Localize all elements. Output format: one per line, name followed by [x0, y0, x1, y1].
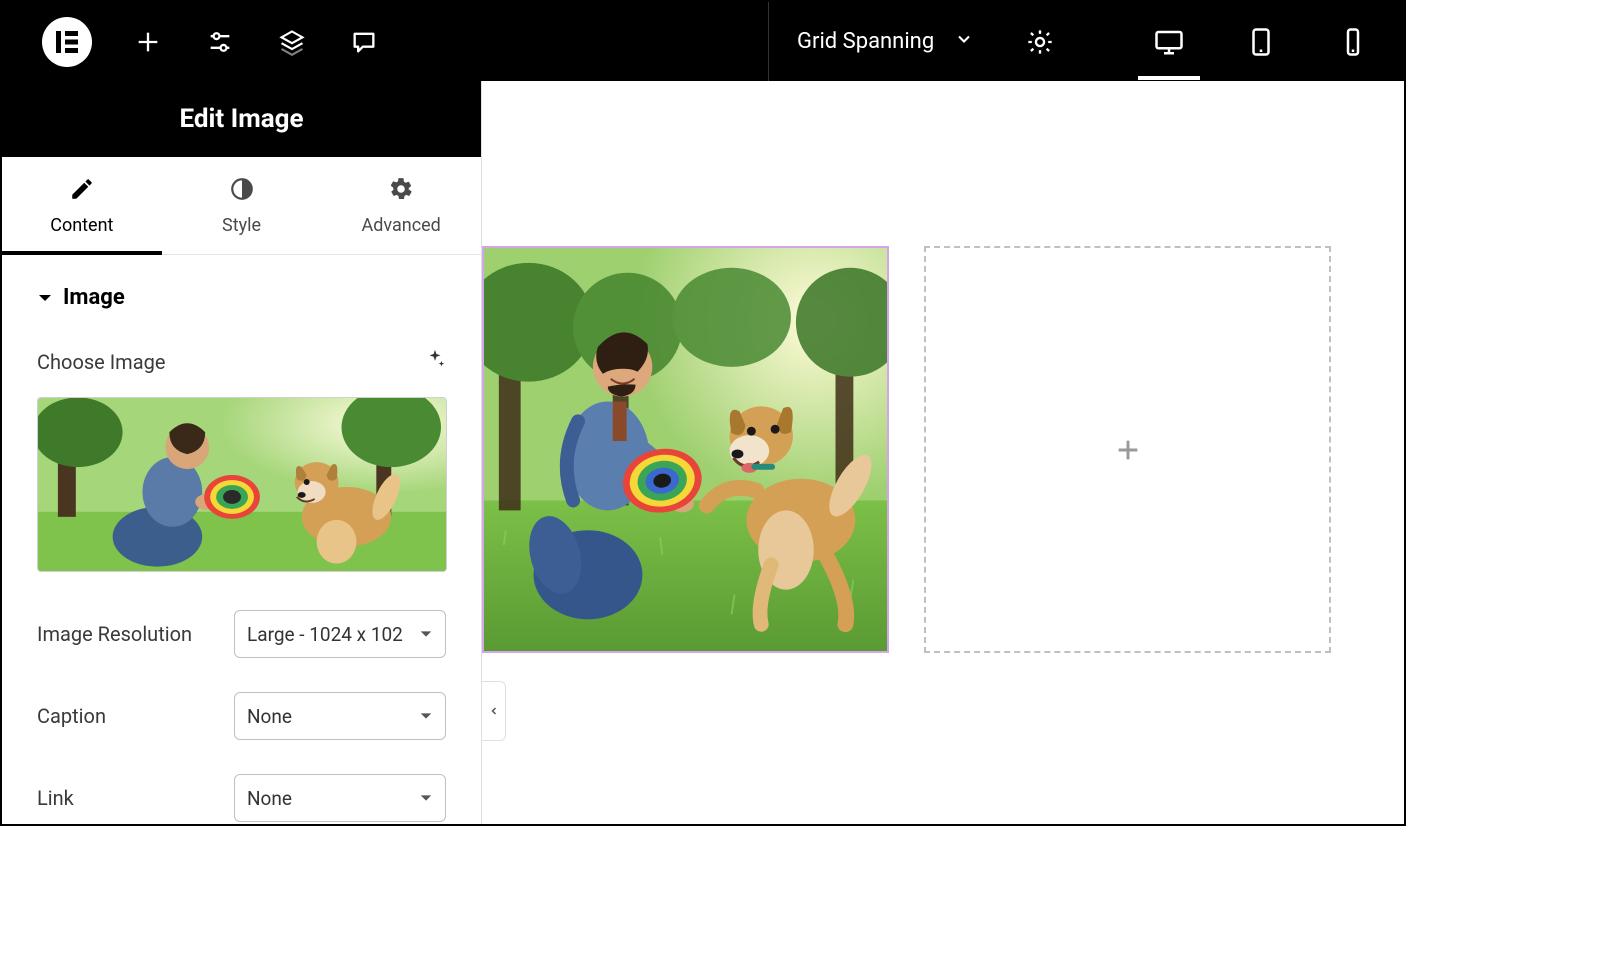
link-value: None — [247, 787, 292, 810]
structure-icon[interactable] — [276, 26, 308, 58]
tabs: Content Style Advanced — [2, 157, 481, 255]
section-title: Image — [63, 285, 125, 310]
link-label: Link — [37, 786, 74, 810]
tab-content[interactable]: Content — [2, 157, 162, 254]
top-bar: Grid Spanning — [2, 2, 1404, 81]
canvas-image-widget[interactable] — [482, 246, 889, 653]
contrast-icon — [229, 176, 255, 207]
caret-down-icon — [419, 787, 433, 810]
editor-sidebar: Edit Image Content Style Advanced — [2, 81, 482, 824]
page-settings-icon[interactable] — [1024, 26, 1056, 58]
caret-down-icon — [419, 623, 433, 646]
canvas[interactable] — [482, 81, 1404, 824]
tab-advanced[interactable]: Advanced — [321, 157, 481, 254]
page-title-dropdown[interactable]: Grid Spanning — [797, 29, 934, 54]
resolution-select[interactable]: Large - 1024 x 102 — [234, 610, 446, 658]
sidebar-title: Edit Image — [2, 81, 481, 157]
tab-advanced-label: Advanced — [362, 215, 441, 236]
resolution-label: Image Resolution — [37, 622, 192, 646]
add-widget-placeholder[interactable] — [924, 246, 1331, 653]
link-select[interactable]: None — [234, 774, 446, 822]
add-element-icon[interactable] — [132, 26, 164, 58]
collapse-sidebar-handle[interactable] — [482, 681, 506, 741]
section-header-image[interactable]: Image — [37, 285, 446, 310]
caption-select[interactable]: None — [234, 692, 446, 740]
caption-value: None — [247, 705, 292, 728]
divider — [768, 2, 769, 81]
elementor-logo[interactable] — [42, 17, 92, 67]
choose-image-label: Choose Image — [37, 350, 165, 374]
tab-style-label: Style — [222, 215, 261, 236]
settings-sliders-icon[interactable] — [204, 26, 236, 58]
image-preview[interactable] — [37, 397, 447, 572]
caret-down-icon — [419, 705, 433, 728]
pencil-icon — [69, 176, 95, 207]
resolution-value: Large - 1024 x 102 — [247, 623, 403, 646]
device-desktop-button[interactable] — [1148, 21, 1190, 63]
ai-sparkle-icon[interactable] — [424, 348, 446, 375]
gear-icon — [388, 176, 414, 207]
comment-icon[interactable] — [348, 26, 380, 58]
tab-content-label: Content — [50, 215, 113, 236]
tab-style[interactable]: Style — [162, 157, 322, 254]
chevron-down-icon[interactable] — [954, 29, 974, 55]
device-tablet-button[interactable] — [1240, 21, 1282, 63]
device-mobile-button[interactable] — [1332, 21, 1374, 63]
caption-label: Caption — [37, 704, 106, 728]
